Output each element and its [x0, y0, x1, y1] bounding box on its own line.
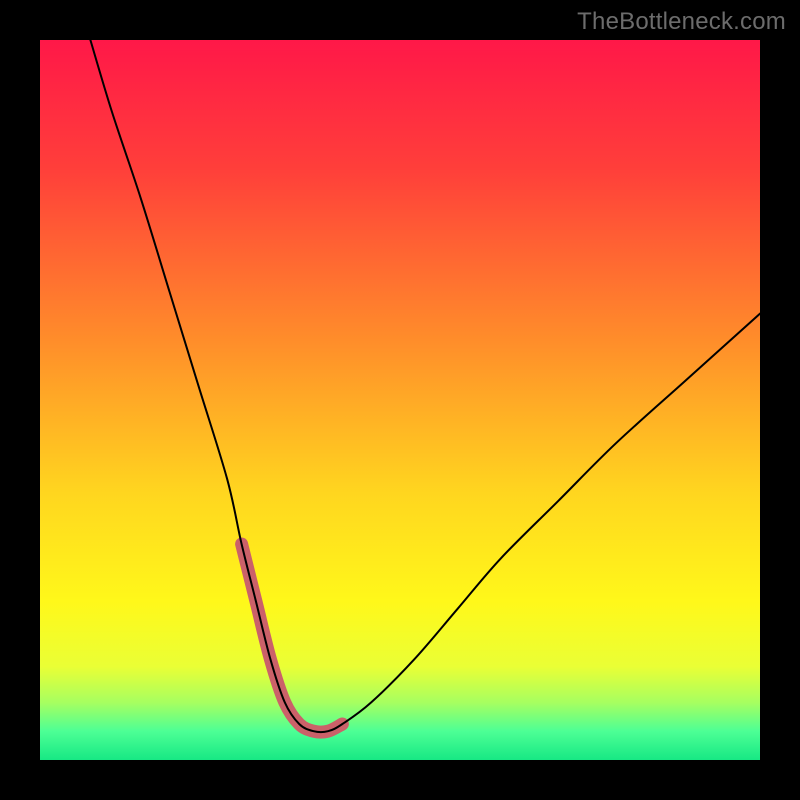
chart-frame: TheBottleneck.com	[0, 0, 800, 800]
watermark-text: TheBottleneck.com	[577, 8, 786, 36]
gradient-background	[40, 40, 760, 760]
plot-area	[40, 40, 760, 760]
chart-svg	[40, 40, 760, 760]
